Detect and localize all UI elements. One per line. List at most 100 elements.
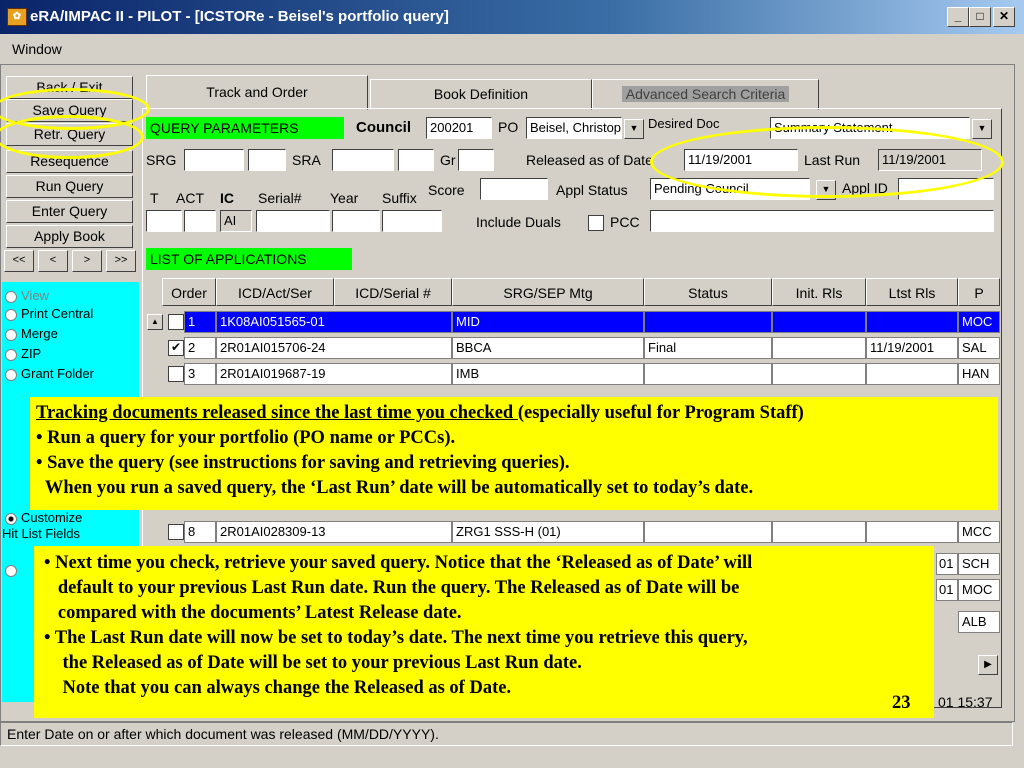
col-icd-act-ser[interactable]: ICD/Act/Ser xyxy=(216,278,334,306)
row-status: Final xyxy=(644,337,772,359)
scroll-right-icon[interactable]: ▶ xyxy=(978,655,998,675)
ic-label: IC xyxy=(220,190,234,206)
callout-line: compared with the documents’ Latest Rele… xyxy=(44,603,462,623)
gr-field[interactable] xyxy=(458,149,494,171)
query-parameters-header: QUERY PARAMETERS xyxy=(146,117,344,139)
radio-other[interactable] xyxy=(5,562,21,577)
radio-print-central[interactable]: Print Central xyxy=(5,306,93,321)
t-label: T xyxy=(150,190,159,206)
row-status xyxy=(644,521,772,543)
tab-track-and-order[interactable]: Track and Order xyxy=(146,75,368,110)
col-icd-serial[interactable]: ICD/Serial # xyxy=(334,278,452,306)
radio-zip[interactable]: ZIP xyxy=(5,346,41,361)
first-record-button[interactable]: << xyxy=(4,250,34,272)
po-field[interactable]: Beisel, Christop xyxy=(526,117,622,139)
suffix-label: Suffix xyxy=(382,190,417,206)
gr-label: Gr xyxy=(440,152,456,168)
customize-label-line2: Hit List Fields xyxy=(2,526,81,541)
scroll-up-icon[interactable]: ▲ xyxy=(147,314,163,330)
srg-label: SRG xyxy=(146,152,177,168)
year-label: Year xyxy=(330,190,359,206)
callout-line: Note that you can always change the Rele… xyxy=(44,678,512,698)
timestamp: 01 15:37 xyxy=(938,694,993,710)
radio-grant-folder[interactable]: Grant Folder xyxy=(5,366,94,381)
radio-customize[interactable]: Customize xyxy=(5,510,82,525)
row-act: 1K08AI051565-01 xyxy=(216,311,452,333)
row-checkbox[interactable] xyxy=(168,314,184,330)
act-field[interactable] xyxy=(184,210,216,232)
po-label: PO xyxy=(498,119,519,135)
apply-book-button[interactable]: Apply Book xyxy=(6,225,133,248)
run-query-button[interactable]: Run Query xyxy=(6,175,133,198)
row-order: 8 xyxy=(184,521,216,543)
row-checkbox[interactable] xyxy=(168,524,184,540)
radio-view[interactable]: View xyxy=(5,288,49,303)
row-srg: ZRG1 SSS-H (01) xyxy=(452,521,644,543)
t-field[interactable] xyxy=(146,210,182,232)
partial-cell: MOC xyxy=(958,579,1000,601)
menu-bar: Window xyxy=(0,36,1024,62)
row-checkbox[interactable]: ✔ xyxy=(168,340,184,356)
menu-window[interactable]: Window xyxy=(12,41,62,57)
status-bar: Enter Date on or after which document wa… xyxy=(0,722,1013,746)
callout-line: When you run a saved query, the ‘Last Ru… xyxy=(36,478,754,498)
srg2-field[interactable] xyxy=(248,149,286,171)
col-ltst-rls[interactable]: Ltst Rls xyxy=(866,278,958,306)
close-button[interactable]: ✕ xyxy=(993,7,1015,27)
next-record-button[interactable]: > xyxy=(72,250,102,272)
include-duals-checkbox[interactable] xyxy=(588,215,604,231)
sra2-field[interactable] xyxy=(398,149,434,171)
col-p[interactable]: P xyxy=(958,278,1000,306)
enter-query-button[interactable]: Enter Query xyxy=(6,200,133,223)
row-ltst xyxy=(866,311,958,333)
row-srg: BBCA xyxy=(452,337,644,359)
desired-doc-dropdown-icon[interactable]: ▼ xyxy=(972,119,992,139)
callout-line: • The Last Run date will now be set to t… xyxy=(44,628,748,648)
year-field[interactable] xyxy=(332,210,380,232)
row-srg: IMB xyxy=(452,363,644,385)
pcc-field[interactable] xyxy=(650,210,994,232)
ic-field: AI xyxy=(220,210,252,232)
row-init xyxy=(772,521,866,543)
col-init-rls[interactable]: Init. Rls xyxy=(772,278,866,306)
col-status[interactable]: Status xyxy=(644,278,772,306)
row-p: MCC xyxy=(958,521,1000,543)
act-label: ACT xyxy=(176,190,204,206)
tab-advanced-search[interactable]: Advanced Search Criteria xyxy=(592,79,819,110)
highlight-oval-retrieve xyxy=(0,115,144,159)
po-dropdown-icon[interactable]: ▼ xyxy=(624,119,644,139)
srg-field[interactable] xyxy=(184,149,244,171)
sra-field[interactable] xyxy=(332,149,394,171)
minimize-button[interactable]: _ xyxy=(947,7,969,27)
col-order[interactable]: Order xyxy=(162,278,216,306)
app-icon: ✿ xyxy=(7,8,27,26)
partial-cell: ALB xyxy=(958,611,1000,633)
score-field[interactable] xyxy=(480,178,548,200)
row-status xyxy=(644,311,772,333)
council-field[interactable]: 200201 xyxy=(426,117,492,139)
title-bar: ✿ eRA/IMPAC II - PILOT - [ICSTORe - Beis… xyxy=(0,0,1024,34)
maximize-button[interactable]: □ xyxy=(969,7,991,27)
row-init xyxy=(772,311,866,333)
callout-line: • Save the query (see instructions for s… xyxy=(36,453,570,473)
page-number: 23 xyxy=(892,693,911,713)
callout-next-time: • Next time you check, retrieve your sav… xyxy=(34,546,934,718)
callout-line: the Released as of Date will be set to y… xyxy=(44,653,582,673)
last-record-button[interactable]: >> xyxy=(106,250,136,272)
council-label: Council xyxy=(356,119,411,136)
suffix-field[interactable] xyxy=(382,210,442,232)
row-order: 2 xyxy=(184,337,216,359)
col-srg-sep-mtg[interactable]: SRG/SEP Mtg xyxy=(452,278,644,306)
row-act: 2R01AI028309-13 xyxy=(216,521,452,543)
desired-doc-label: Desired Doc xyxy=(648,116,720,131)
pcc-label: PCC xyxy=(610,214,640,230)
serial-label: Serial# xyxy=(258,190,302,206)
partial-cell: 01 xyxy=(936,553,958,575)
prev-record-button[interactable]: < xyxy=(38,250,68,272)
tab-book-definition[interactable]: Book Definition xyxy=(370,79,592,110)
radio-merge[interactable]: Merge xyxy=(5,326,58,341)
serial-field[interactable] xyxy=(256,210,330,232)
callout-line: default to your previous Last Run date. … xyxy=(44,578,740,598)
row-checkbox[interactable] xyxy=(168,366,184,382)
row-p: HAN xyxy=(958,363,1000,385)
